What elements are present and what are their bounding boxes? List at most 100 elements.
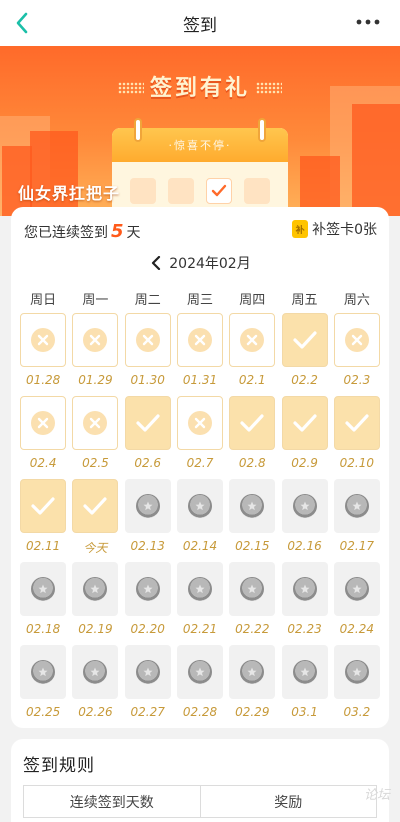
prev-month-button[interactable] xyxy=(149,255,163,272)
missed-day-tile xyxy=(20,313,67,367)
star-coin-icon xyxy=(187,660,212,684)
more-button[interactable] xyxy=(354,14,382,30)
calendar-day[interactable]: 02.27 xyxy=(122,645,174,728)
calendar-day[interactable]: 02.19 xyxy=(69,562,121,645)
month-selector: 2024年02月 xyxy=(11,253,389,273)
calendar-day[interactable]: 02.15 xyxy=(226,479,278,562)
calendar-day[interactable]: 02.6 xyxy=(122,396,174,479)
calendar-day[interactable]: 01.31 xyxy=(174,313,226,396)
calendar-day[interactable]: 02.11 xyxy=(17,479,69,562)
future-day-tile xyxy=(20,562,67,616)
banner-title: 签到有礼 xyxy=(149,76,250,101)
calendar-day[interactable]: 01.30 xyxy=(122,313,174,396)
calendar-day[interactable]: 今天 xyxy=(69,479,121,562)
calendar-day[interactable]: 01.28 xyxy=(17,313,69,396)
calendar-day[interactable]: 02.21 xyxy=(174,562,226,645)
back-button[interactable] xyxy=(8,8,36,38)
calendar-ring xyxy=(258,118,266,142)
check-icon xyxy=(292,330,318,350)
calendar-day[interactable]: 03.1 xyxy=(278,645,330,728)
calendar-day[interactable]: 02.24 xyxy=(331,562,383,645)
more-icon xyxy=(356,19,380,25)
calendar-day[interactable]: 02.18 xyxy=(17,562,69,645)
future-day-tile xyxy=(281,645,328,699)
day-date-label: 02.21 xyxy=(182,622,218,636)
future-day-tile xyxy=(176,479,223,533)
calendar-grid: 01.28 01.29 01.30 01.31 02.1 02.2 02.3 02.4 02.5… xyxy=(17,313,383,728)
sign-in-calendar-card: 您已连续签到 5 天 补 补签卡0张 2024年02月 周日 周一 周二 周三 周四 周五 周六… xyxy=(11,207,389,728)
day-date-label: 01.28 xyxy=(25,373,61,387)
weekday-label: 周六 xyxy=(343,293,370,308)
missed-day-tile xyxy=(20,396,67,450)
day-date-label: 02.5 xyxy=(82,456,109,470)
calendar-day[interactable]: 02.1 xyxy=(226,313,278,396)
chevron-left-icon xyxy=(152,255,161,271)
missed-x-icon xyxy=(187,328,212,352)
day-date-label: 02.18 xyxy=(25,622,61,636)
missed-day-tile xyxy=(176,313,223,367)
calendar-day[interactable]: 02.25 xyxy=(17,645,69,728)
signed-day-tile xyxy=(124,396,171,450)
calendar-day[interactable]: 02.4 xyxy=(17,396,69,479)
star-coin-icon xyxy=(292,577,317,601)
calendar-day[interactable]: 02.17 xyxy=(331,479,383,562)
calendar-day[interactable]: 01.29 xyxy=(69,313,121,396)
signed-day-tile xyxy=(229,396,276,450)
day-date-label: 02.27 xyxy=(130,705,165,719)
calendar-day[interactable]: 02.22 xyxy=(226,562,278,645)
missed-x-icon xyxy=(240,328,265,352)
missed-day-tile xyxy=(333,313,380,367)
future-day-tile xyxy=(281,479,328,533)
day-date-label: 02.22 xyxy=(235,622,270,636)
missed-x-icon xyxy=(31,411,56,435)
streak-prefix: 您已连续签到 xyxy=(24,225,108,241)
calendar-day[interactable]: 02.10 xyxy=(331,396,383,479)
missed-x-icon xyxy=(187,411,212,435)
signed-day-tile xyxy=(72,479,119,533)
calendar-day[interactable]: 02.20 xyxy=(122,562,174,645)
missed-day-tile xyxy=(72,313,119,367)
day-date-label: 02.2 xyxy=(291,373,318,387)
calendar-box xyxy=(130,178,156,204)
missed-x-icon xyxy=(135,328,160,352)
calendar-day[interactable]: 02.8 xyxy=(226,396,278,479)
calendar-day[interactable]: 02.26 xyxy=(69,645,121,728)
calendar-day[interactable]: 02.13 xyxy=(122,479,174,562)
calendar-day[interactable]: 02.5 xyxy=(69,396,121,479)
building-decoration xyxy=(352,104,400,216)
day-date-label: 01.30 xyxy=(130,373,165,387)
day-date-label: 02.29 xyxy=(235,705,270,719)
day-date-label: 02.26 xyxy=(78,705,113,719)
check-icon xyxy=(30,496,56,516)
makeup-card-button[interactable]: 补 补签卡0张 xyxy=(292,219,377,239)
calendar-day[interactable]: 02.28 xyxy=(174,645,226,728)
day-date-label: 02.7 xyxy=(186,456,214,470)
calendar-day[interactable]: 02.14 xyxy=(174,479,226,562)
calendar-illustration: ·惊喜不停· xyxy=(112,118,288,216)
calendar-day[interactable]: 02.2 xyxy=(278,313,330,396)
calendar-day[interactable]: 02.9 xyxy=(278,396,330,479)
day-date-label: 02.11 xyxy=(25,539,61,553)
weekday-header: 周日 周一 周二 周三 周四 周五 周六 xyxy=(17,289,383,308)
calendar-day[interactable]: 02.29 xyxy=(226,645,278,728)
star-coin-icon xyxy=(240,494,265,518)
day-date-label: 02.25 xyxy=(25,705,61,719)
signed-day-tile xyxy=(333,396,380,450)
calendar-day[interactable]: 02.7 xyxy=(174,396,226,479)
day-date-label: 02.9 xyxy=(291,456,318,470)
day-date-label: 02.4 xyxy=(29,456,57,470)
star-coin-icon xyxy=(344,577,369,601)
day-date-label: 03.2 xyxy=(343,705,371,719)
makeup-card-icon: 补 xyxy=(292,220,309,238)
day-date-label: 02.6 xyxy=(134,456,162,470)
star-coin-icon xyxy=(344,494,369,518)
missed-day-tile xyxy=(229,313,276,367)
check-icon xyxy=(239,413,265,433)
streak-count: 5 xyxy=(111,221,124,242)
calendar-day[interactable]: 02.3 xyxy=(331,313,383,396)
makeup-card-label: 补签卡0张 xyxy=(312,222,377,238)
calendar-day[interactable]: 03.2 xyxy=(331,645,383,728)
day-date-label: 02.13 xyxy=(130,539,165,553)
calendar-day[interactable]: 02.16 xyxy=(278,479,330,562)
calendar-day[interactable]: 02.23 xyxy=(278,562,330,645)
